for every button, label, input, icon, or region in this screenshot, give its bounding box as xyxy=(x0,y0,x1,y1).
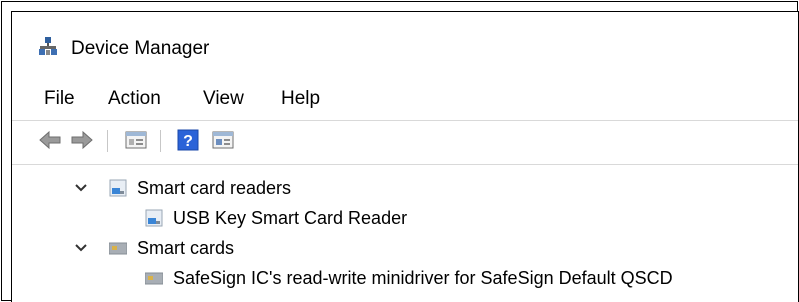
tree-device-usb-key-smart-card-reader[interactable]: USB Key Smart Card Reader xyxy=(12,204,798,232)
toolbar: ? xyxy=(12,122,798,162)
tree-device-label: SafeSign IC's read-write minidriver for … xyxy=(173,268,673,288)
show-hidden-icon[interactable] xyxy=(211,129,235,151)
tree-category-smart-card-readers[interactable]: Smart card readers xyxy=(12,174,798,202)
toolbar-separator xyxy=(107,130,108,152)
tree-category-smart-cards[interactable]: Smart cards xyxy=(12,234,798,262)
toolbar-separator xyxy=(160,130,161,152)
chevron-down-icon[interactable] xyxy=(74,241,88,255)
tree-device-label: USB Key Smart Card Reader xyxy=(173,208,408,228)
forward-arrow-icon[interactable] xyxy=(70,129,94,151)
menu-file[interactable]: File xyxy=(44,88,75,110)
tree-category-label: Smart cards xyxy=(137,238,235,258)
toolbar-separator-line xyxy=(12,164,798,165)
device-tree: Smart card readers USB Key Smart Card Re… xyxy=(12,170,798,302)
back-arrow-icon[interactable] xyxy=(38,129,62,151)
smart-card-reader-icon xyxy=(145,209,163,227)
menu-action[interactable]: Action xyxy=(108,88,161,110)
menu-view[interactable]: View xyxy=(203,88,244,110)
window-title: Device Manager xyxy=(71,38,210,59)
properties-icon[interactable] xyxy=(124,129,148,151)
device-manager-window: Device Manager File Action View Help ? S… xyxy=(11,11,799,302)
menu-bar: File Action View Help xyxy=(12,82,798,118)
help-icon[interactable]: ? xyxy=(176,129,200,151)
smart-card-icon xyxy=(145,272,163,285)
tree-device-safesign-minidriver[interactable]: SafeSign IC's read-write minidriver for … xyxy=(12,264,798,292)
title-bar: Device Manager xyxy=(12,12,798,74)
chevron-down-icon[interactable] xyxy=(74,181,88,195)
smart-card-reader-icon xyxy=(109,179,127,197)
svg-text:?: ? xyxy=(183,133,193,150)
menu-separator xyxy=(12,120,798,121)
device-manager-icon xyxy=(39,37,57,55)
tree-category-label: Smart card readers xyxy=(137,178,292,198)
menu-help[interactable]: Help xyxy=(281,88,320,110)
smart-card-icon xyxy=(109,242,127,255)
